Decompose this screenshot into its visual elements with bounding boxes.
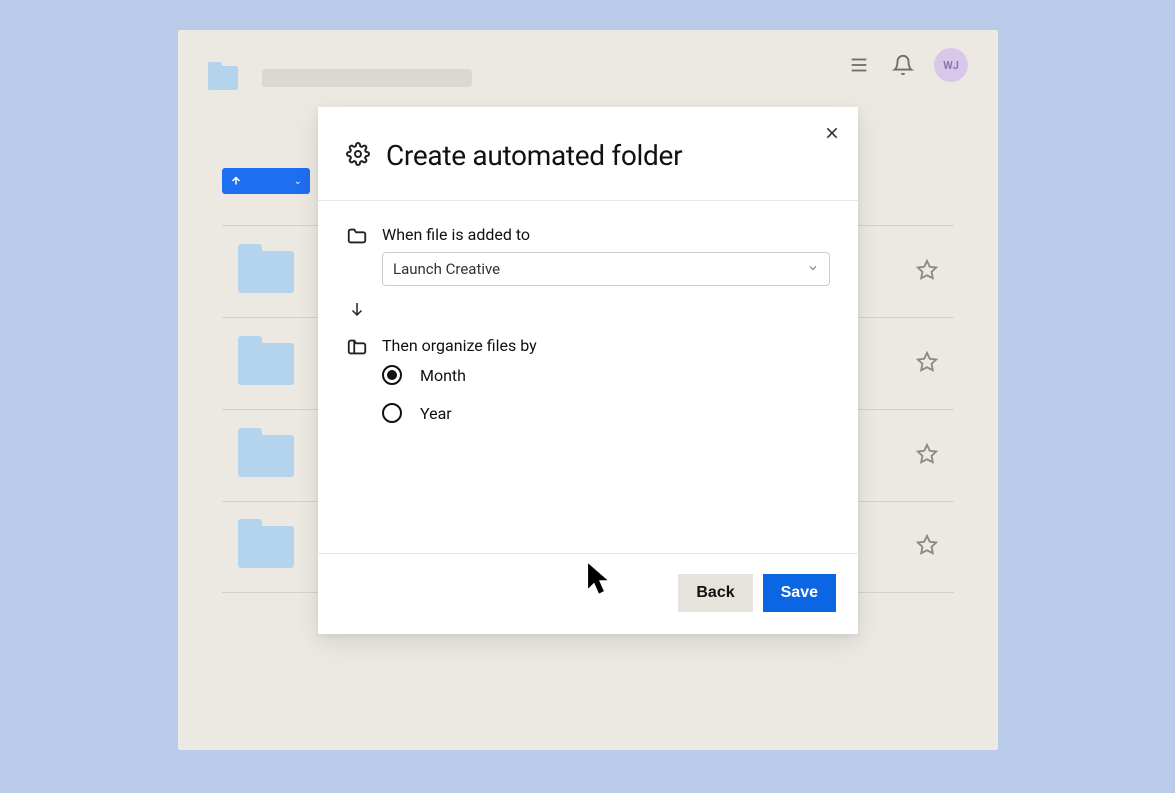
then-label: Then organize files by (382, 336, 830, 355)
modal-body: When file is added to Launch Creative (318, 200, 858, 553)
radio-label: Year (420, 404, 452, 423)
star-icon[interactable] (916, 534, 938, 560)
radio-option-month[interactable]: Month (382, 365, 830, 385)
close-icon[interactable] (820, 121, 844, 145)
when-label: When file is added to (382, 225, 830, 244)
modal-footer: Back Save (318, 553, 858, 634)
create-automated-folder-modal: Create automated folder When file is add… (318, 107, 858, 634)
folder-icon (238, 435, 294, 477)
radio-icon (382, 403, 402, 423)
arrow-down-icon (348, 300, 830, 322)
folder-select[interactable]: Launch Creative (382, 252, 830, 286)
folder-select-value: Launch Creative (393, 260, 500, 278)
organize-radio-group: Month Year (382, 365, 830, 423)
brand-folder-icon (208, 66, 238, 90)
organize-folder-icon (346, 336, 368, 362)
chevron-down-icon (807, 260, 819, 278)
upload-button[interactable]: ⌄ (222, 168, 310, 194)
folder-outline-icon (346, 225, 368, 251)
radio-option-year[interactable]: Year (382, 403, 830, 423)
back-button[interactable]: Back (678, 574, 752, 612)
radio-icon (382, 365, 402, 385)
star-icon[interactable] (916, 351, 938, 377)
gear-icon (346, 142, 370, 170)
then-section: Then organize files by Month Year (346, 336, 830, 423)
star-icon[interactable] (916, 259, 938, 285)
save-button[interactable]: Save (763, 574, 836, 612)
modal-title: Create automated folder (386, 139, 682, 172)
modal-header: Create automated folder (318, 107, 858, 200)
header-actions: WJ (846, 48, 968, 82)
menu-icon[interactable] (846, 52, 872, 78)
folder-icon (238, 343, 294, 385)
avatar[interactable]: WJ (934, 48, 968, 82)
star-icon[interactable] (916, 443, 938, 469)
radio-label: Month (420, 366, 466, 385)
when-section: When file is added to Launch Creative (346, 225, 830, 286)
folder-icon (238, 526, 294, 568)
folder-icon (238, 251, 294, 293)
bell-icon[interactable] (890, 52, 916, 78)
breadcrumb (262, 69, 472, 87)
